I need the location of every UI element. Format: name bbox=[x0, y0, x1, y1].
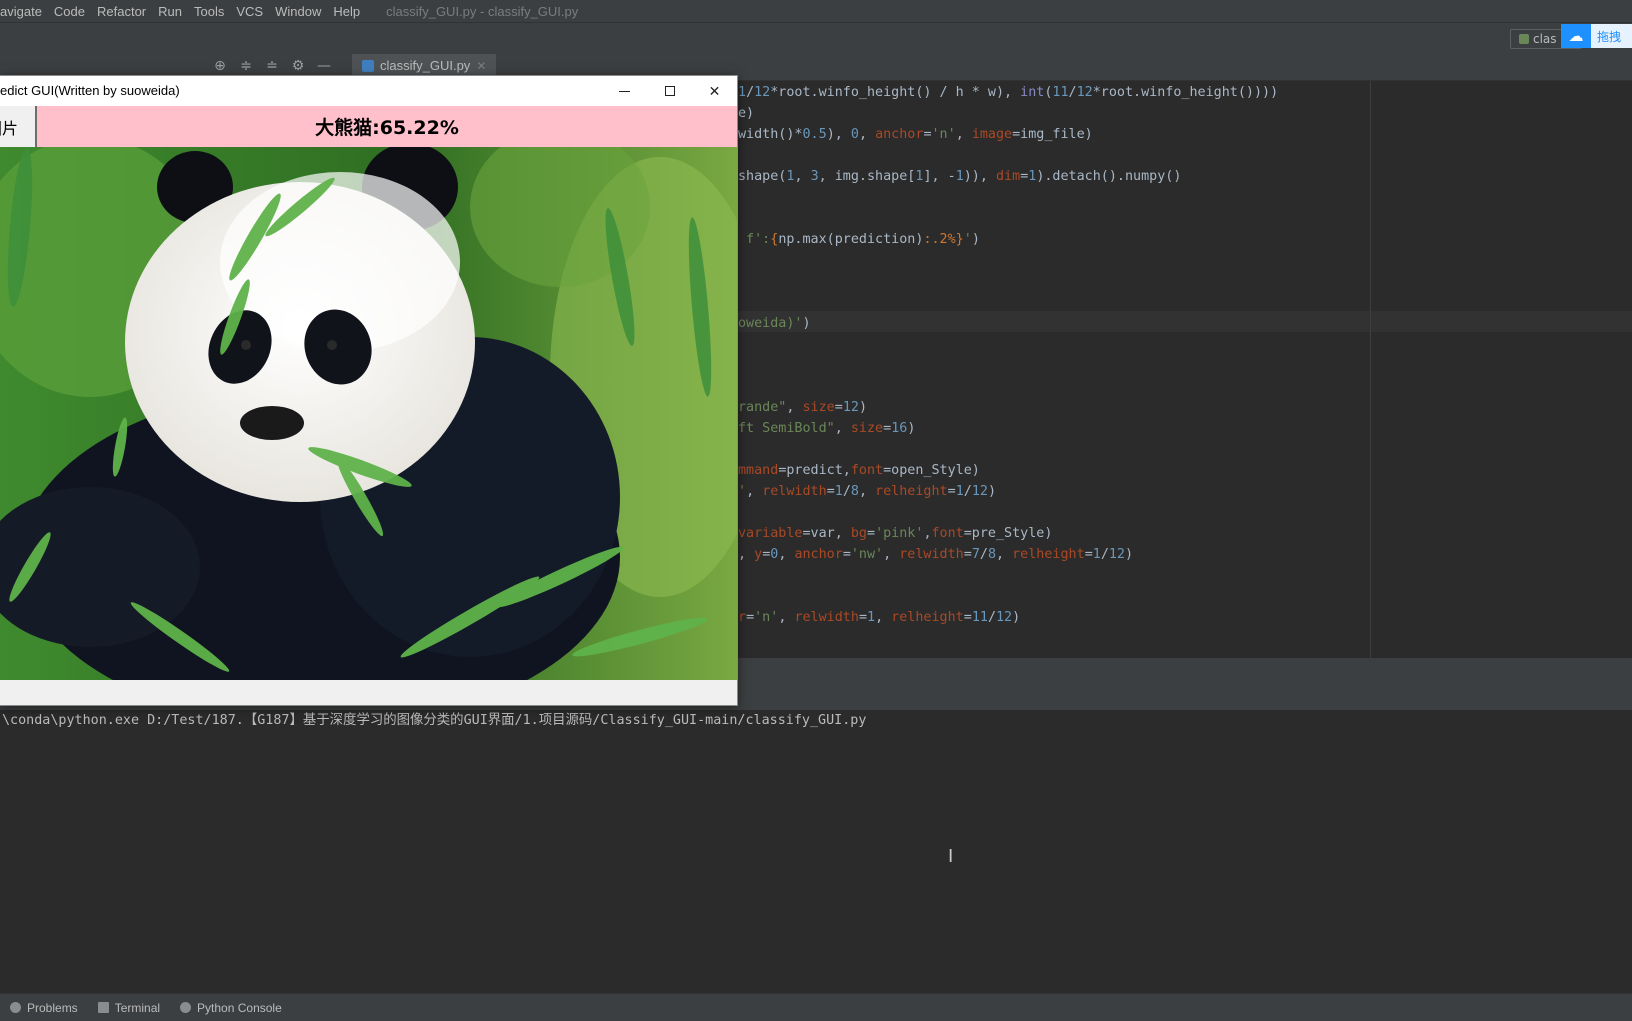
close-window-button[interactable]: ✕ bbox=[692, 76, 737, 106]
close-icon[interactable]: ✕ bbox=[476, 59, 486, 73]
menu-vcs[interactable]: VCS bbox=[236, 4, 263, 19]
minimize-icon bbox=[619, 90, 630, 92]
collapse-all-icon[interactable]: ≐ bbox=[264, 58, 280, 74]
code-line: oweida)') bbox=[738, 316, 811, 331]
code-line: e) bbox=[738, 106, 755, 121]
menu-code[interactable]: Code bbox=[54, 4, 85, 19]
python-file-icon bbox=[362, 59, 374, 72]
tk-titlebar[interactable]: edict GUI(Written by suoweida) ✕ bbox=[0, 76, 737, 106]
tool-window-actions: ⊕ ≑ ≐ ⚙ — bbox=[212, 58, 332, 74]
python-run-icon bbox=[1519, 34, 1529, 44]
tab-label: classify_GUI.py bbox=[380, 58, 471, 73]
terminal-icon bbox=[97, 1002, 109, 1013]
problems-tab[interactable]: Problems bbox=[10, 1001, 78, 1015]
menu-window[interactable]: Window bbox=[275, 4, 321, 19]
python-console-label: Python Console bbox=[197, 1000, 282, 1015]
menu-refactor[interactable]: Refactor bbox=[97, 4, 146, 19]
code-line: 1/12*root.winfo_height() / h * w), int(1… bbox=[738, 85, 1279, 100]
gear-icon[interactable]: ⚙ bbox=[290, 58, 306, 74]
run-console[interactable]: \conda\python.exe D:/Test/187.【G187】基于深度… bbox=[0, 710, 1632, 993]
cloud-upload-widget[interactable]: ☁ 拖拽 bbox=[1561, 24, 1632, 48]
open-image-label: 图片 bbox=[0, 118, 19, 138]
cloud-icon: ☁ bbox=[1568, 27, 1584, 45]
window-title: classify_GUI.py - classify_GUI.py bbox=[386, 3, 579, 19]
code-line: variable=var, bg='pink',font=pre_Style) bbox=[738, 526, 1053, 541]
code-line: f':{np.max(prediction):.2%}') bbox=[738, 232, 980, 247]
bottom-tool-strip: Problems Terminal Python Console bbox=[0, 993, 1632, 1021]
close-icon: ✕ bbox=[708, 82, 721, 99]
maximize-icon bbox=[664, 86, 675, 96]
maximize-button[interactable] bbox=[647, 76, 692, 106]
cloud-label: 拖拽 bbox=[1591, 24, 1632, 48]
code-line: , y=0, anchor='nw', relwidth=7/8, relhei… bbox=[738, 547, 1134, 562]
python-console-tab[interactable]: Python Console bbox=[180, 1001, 282, 1015]
hide-icon[interactable]: — bbox=[316, 58, 332, 74]
code-line: shape(1, 3, img.shape[1], -1)), dim=1).d… bbox=[738, 169, 1182, 184]
run-config-label: clas bbox=[1533, 32, 1557, 46]
code-line: rande", size=12) bbox=[738, 400, 867, 415]
tk-window-title: edict GUI(Written by suoweida) bbox=[0, 83, 180, 98]
prediction-result-label: 大熊猫:65.22% bbox=[37, 106, 737, 147]
python-console-icon bbox=[180, 1002, 192, 1013]
console-command-line: \conda\python.exe D:/Test/187.【G187】基于深度… bbox=[2, 713, 867, 728]
terminal-tab[interactable]: Terminal bbox=[97, 1000, 161, 1015]
code-line: mmand=predict,font=open_Style) bbox=[738, 463, 980, 478]
code-line: width()*0.5), 0, anchor='n', image=img_f… bbox=[738, 127, 1093, 142]
menu-tools[interactable]: Tools bbox=[194, 4, 224, 19]
text-cursor-icon: I bbox=[948, 846, 954, 867]
target-icon[interactable]: ⊕ bbox=[212, 58, 228, 74]
code-line: ft SemiBold", size=16) bbox=[738, 421, 916, 436]
open-image-button[interactable]: 图片 bbox=[0, 106, 37, 147]
menu-navigate[interactable]: avigate bbox=[0, 4, 42, 19]
problems-icon bbox=[10, 1002, 21, 1013]
minimize-button[interactable] bbox=[602, 76, 647, 106]
ide-menubar: avigate Code Refactor Run Tools VCS Wind… bbox=[0, 0, 1632, 22]
expand-all-icon[interactable]: ≑ bbox=[238, 58, 254, 74]
tk-predict-window: edict GUI(Written by suoweida) ✕ 图片 大熊猫:… bbox=[0, 75, 738, 706]
right-margin-guide bbox=[1370, 81, 1371, 658]
menu-run[interactable]: Run bbox=[158, 4, 182, 19]
problems-label: Problems bbox=[27, 1000, 78, 1015]
code-line: r='n', relwidth=1, relheight=11/12) bbox=[738, 610, 1021, 625]
menu-help[interactable]: Help bbox=[333, 4, 360, 19]
navigation-bar: clas bbox=[0, 22, 1632, 56]
terminal-label: Terminal bbox=[114, 1000, 161, 1015]
code-line: ', relwidth=1/8, relheight=1/12) bbox=[738, 484, 996, 499]
panda-photo bbox=[0, 147, 737, 680]
